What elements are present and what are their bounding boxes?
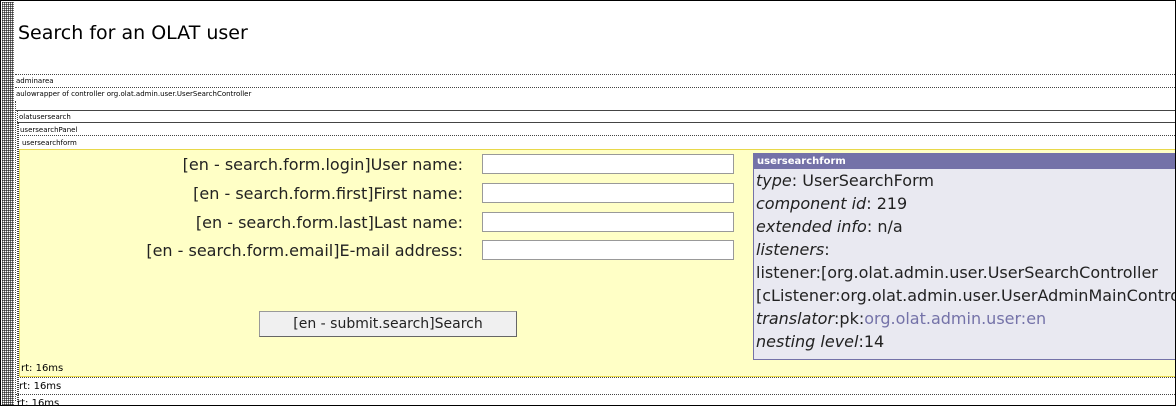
firstname-input[interactable] — [482, 183, 734, 203]
info-listeners-row: listeners: — [756, 240, 830, 259]
lastname-label: [en - search.form.last]Last name: — [195, 213, 463, 232]
rt-divider-1 — [17, 377, 1175, 378]
info-component-row: component id: 219 — [756, 194, 908, 213]
username-input[interactable] — [482, 154, 734, 174]
info-listener2-row: [cListener:org.olat.admin.user.UserAdmin… — [756, 286, 1176, 305]
form-debug-label: usersearchform — [22, 139, 77, 147]
info-extended-row: extended info: n/a — [756, 217, 903, 236]
username-label: [en - search.form.login]User name: — [182, 155, 463, 174]
email-label: [en - search.form.email]E-mail address: — [146, 241, 463, 260]
page-title: Search for an OLAT user — [18, 22, 248, 44]
info-translator-row: translator:pk:org.olat.admin.user:en — [756, 309, 1047, 328]
component-value: 219 — [876, 194, 908, 213]
info-panel-header: usersearchform — [754, 154, 1175, 169]
email-input[interactable] — [482, 240, 734, 260]
translator-pk: pk: — [839, 309, 865, 328]
left-dotted-border — [2, 2, 14, 405]
adminarea-label: adminarea — [16, 77, 54, 85]
firstname-label: [en - search.form.first]First name: — [193, 184, 463, 203]
translator-key: translator — [756, 309, 835, 328]
rt-divider-2 — [15, 394, 1175, 395]
type-value: UserSearchForm — [802, 171, 934, 190]
adminarea-border — [15, 74, 1175, 75]
component-key: component id — [756, 194, 867, 213]
render-time-3: rt: 16ms — [17, 398, 60, 406]
render-time-2: rt: 16ms — [19, 381, 62, 392]
info-nesting-row: nesting level:14 — [756, 332, 885, 351]
wrapper-label: aulowrapper of controller org.olat.admin… — [16, 90, 252, 98]
lastname-input[interactable] — [482, 212, 734, 232]
render-time-1: rt: 16ms — [21, 363, 64, 374]
type-key: type — [756, 171, 792, 190]
wrapper-border — [15, 87, 1175, 88]
search-submit-button[interactable]: [en - submit.search]Search — [259, 311, 517, 337]
debug-info-panel: usersearchform type: UserSearchForm comp… — [753, 153, 1176, 360]
nesting-key: nesting level — [756, 332, 859, 351]
page-frame: Search for an OLAT user adminarea aulowr… — [0, 0, 1176, 406]
listeners-key: listeners — [756, 240, 825, 259]
form-border — [18, 135, 1175, 136]
nesting-value: 14 — [863, 332, 885, 351]
extended-key: extended info — [756, 217, 867, 236]
info-type-row: type: UserSearchForm — [756, 171, 934, 190]
info-listener1-row: listener:[org.olat.admin.user.UserSearch… — [756, 263, 1158, 282]
extended-value: n/a — [877, 217, 903, 236]
translator-link[interactable]: org.olat.admin.user:en — [864, 309, 1046, 328]
